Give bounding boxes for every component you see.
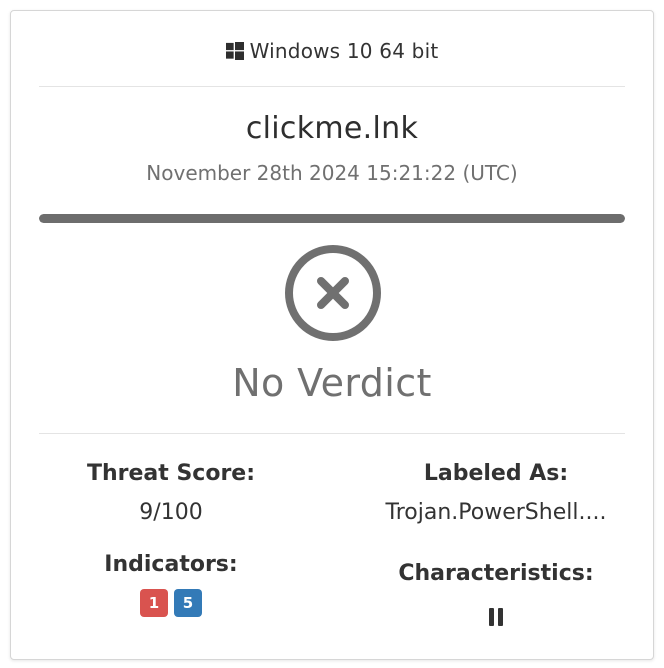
- labeled-as-section: Labeled As: Trojan.PowerShell....: [341, 461, 651, 525]
- os-info: Windows 10 64 bit: [11, 37, 653, 65]
- suspicious-indicator-badge[interactable]: 5: [174, 589, 202, 617]
- circle-x-icon: [285, 245, 381, 341]
- threat-score-section: Threat Score: 9/100: [71, 461, 271, 525]
- verdict-label: No Verdict: [232, 361, 432, 405]
- divider: [39, 433, 625, 434]
- report-card: Windows 10 64 bit clickme.lnk November 2…: [10, 10, 654, 660]
- divider: [39, 86, 625, 87]
- os-label: Windows 10 64 bit: [249, 39, 439, 63]
- file-name: clickme.lnk: [245, 111, 419, 146]
- characteristics-section: Characteristics:: [341, 561, 651, 626]
- indicators-title: Indicators:: [104, 552, 238, 577]
- labeled-as-title: Labeled As:: [423, 461, 569, 486]
- malicious-indicator-badge[interactable]: 1: [140, 589, 168, 617]
- analysis-timestamp: November 28th 2024 15:21:22 (UTC): [146, 161, 518, 185]
- characteristics-title: Characteristics:: [398, 561, 594, 586]
- labeled-as-value: Trojan.PowerShell....: [385, 500, 607, 525]
- pause-icon: [487, 608, 505, 626]
- indicator-badges: 1 5: [71, 589, 271, 617]
- windows-icon: [225, 42, 244, 60]
- analysis-progress-bar: [39, 214, 625, 223]
- progress-fill: [39, 214, 625, 223]
- threat-score-value: 9/100: [139, 500, 203, 525]
- threat-score-title: Threat Score:: [86, 461, 256, 486]
- indicators-section: Indicators: 1 5: [71, 552, 271, 617]
